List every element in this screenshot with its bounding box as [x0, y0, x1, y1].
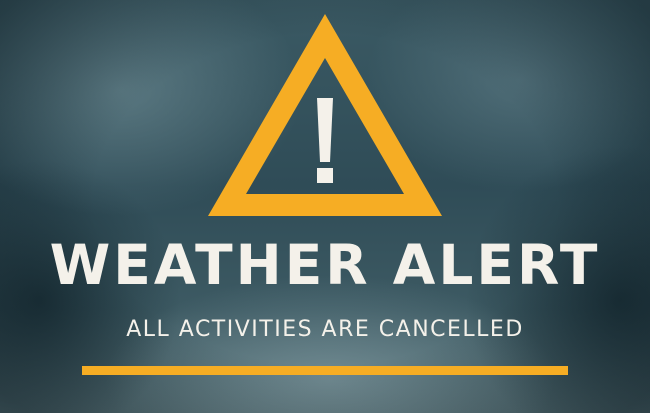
exclamation-bar — [317, 98, 333, 162]
alert-headline: WEATHER ALERT — [49, 233, 601, 297]
accent-underline — [82, 366, 568, 375]
alert-message: ALL ACTIVITIES ARE CANCELLED — [126, 317, 524, 342]
weather-alert-graphic: WEATHER ALERT ALL ACTIVITIES ARE CANCELL… — [0, 0, 650, 413]
exclamation-dot — [317, 168, 333, 183]
warning-triangle-icon — [208, 14, 442, 216]
